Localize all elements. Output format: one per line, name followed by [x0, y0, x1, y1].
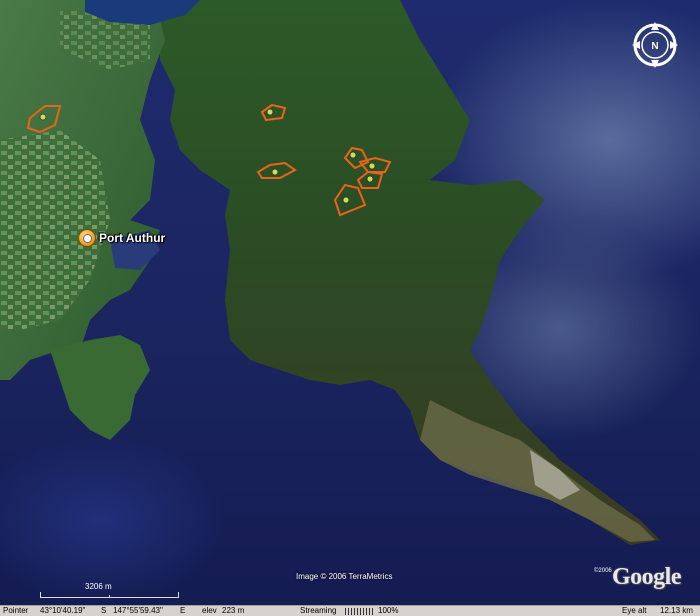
elevation-value: 223 m: [222, 606, 245, 615]
google-logo: Google: [612, 564, 682, 590]
map-viewport[interactable]: N Port Authur Image © 2006 TerraMetrics …: [0, 0, 700, 605]
eye-alt-label: Eye alt: [622, 606, 647, 615]
satellite-map[interactable]: [0, 0, 700, 605]
compass-north-letter: N: [651, 41, 658, 52]
main-peninsula-land: [160, 0, 660, 545]
streaming-percent: 100%: [378, 606, 399, 615]
compass-icon[interactable]: N: [630, 20, 680, 70]
place-label[interactable]: Port Authur: [99, 231, 165, 245]
logo-copyright: ©2006: [594, 568, 612, 574]
streaming-progress-bar: [345, 608, 375, 615]
reserve-marker[interactable]: [349, 151, 357, 159]
compass-navigator[interactable]: N: [630, 20, 680, 70]
streaming-label: Streaming: [300, 606, 337, 615]
place-marker[interactable]: Port Authur: [78, 229, 165, 247]
pointer-latitude: 43°10'40.19": [40, 606, 86, 615]
reserve-marker[interactable]: [39, 113, 47, 121]
eye-alt-value: 12.13 km: [660, 606, 693, 615]
status-bar: Pointer 43°10'40.19" S 147°55'59.43" E e…: [0, 605, 700, 616]
reserve-marker[interactable]: [368, 162, 376, 170]
pointer-longitude: 147°55'59.43": [113, 606, 163, 615]
imagery-credit: Image © 2006 TerraMetrics: [296, 572, 393, 581]
reserve-marker[interactable]: [366, 175, 374, 183]
scale-tick: [109, 595, 110, 598]
reserve-marker[interactable]: [271, 168, 279, 176]
latitude-hemisphere: S: [101, 606, 107, 615]
southern-headland: [50, 335, 150, 440]
longitude-hemisphere: E: [180, 606, 186, 615]
reserve-marker[interactable]: [342, 196, 350, 204]
scale-label: 3206 m: [85, 582, 112, 591]
place-pin-icon[interactable]: [78, 229, 96, 247]
elev-label: elev: [202, 606, 217, 615]
reserve-marker[interactable]: [266, 108, 274, 116]
pointer-label: Pointer: [3, 606, 29, 615]
